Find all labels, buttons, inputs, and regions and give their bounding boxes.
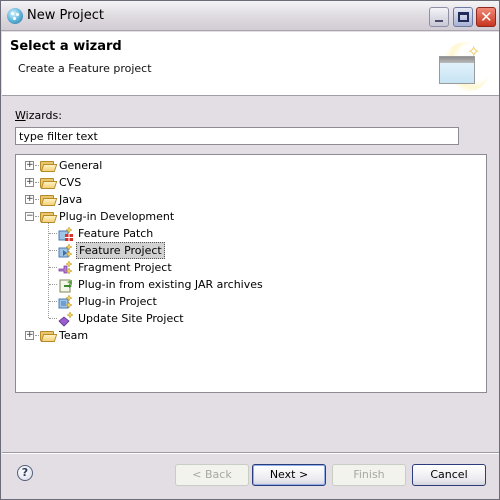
maximize-icon: [458, 12, 469, 22]
banner-title: Select a wizard: [10, 39, 122, 54]
tree-wizard-item[interactable]: Feature Project: [16, 242, 486, 259]
expand-icon[interactable]: +: [25, 161, 34, 170]
tree-item-label: Feature Patch: [78, 227, 154, 240]
update-site-icon: [58, 311, 74, 327]
minimize-button[interactable]: [429, 7, 449, 27]
next-button[interactable]: Next >: [252, 464, 326, 486]
tree-wizard-item[interactable]: Update Site Project: [16, 310, 486, 327]
tree-guide-line: [49, 284, 57, 285]
tree-guide-line: [35, 216, 39, 217]
folder-icon: [40, 160, 58, 172]
tree-item-label: Plug-in Development: [59, 210, 175, 223]
tree-item-label: Plug-in from existing JAR archives: [78, 278, 263, 291]
eclipse-app-icon: [7, 8, 23, 24]
feature-patch-icon: [58, 226, 74, 242]
separator: [2, 452, 499, 454]
feature-project-icon: [58, 243, 74, 259]
tree-wizard-item[interactable]: Plug-in from existing JAR archives: [16, 276, 486, 293]
wizard-tree[interactable]: + General + CVS + Java − Plug-in Development Fea…: [15, 154, 487, 393]
plugin-from-jar-icon: [58, 277, 74, 293]
tree-category[interactable]: + Java: [16, 191, 486, 208]
new-project-dialog: New Project ✕ Select a wizard Create a F…: [0, 0, 500, 500]
expand-icon[interactable]: +: [25, 195, 34, 204]
tree-item-label: Fragment Project: [78, 261, 172, 274]
collapse-icon[interactable]: −: [25, 212, 34, 221]
tree-guide-line: [49, 267, 57, 268]
title-bar[interactable]: New Project ✕: [1, 1, 499, 31]
tree-item-label: Update Site Project: [78, 312, 184, 325]
tree-item-label: Plug-in Project: [78, 295, 157, 308]
tree-item-label: Java: [59, 193, 83, 206]
tree-item-label: Team: [59, 329, 89, 342]
expand-icon[interactable]: +: [25, 178, 34, 187]
tree-item-label: CVS: [59, 176, 82, 189]
tree-category[interactable]: + General: [16, 157, 486, 174]
folder-icon: [40, 194, 58, 206]
back-button[interactable]: < Back: [175, 464, 249, 486]
selected-tree-item-label: Feature Project: [76, 242, 165, 259]
tree-category[interactable]: + Team: [16, 327, 486, 344]
new-wizard-banner-icon: ✧: [433, 40, 491, 92]
tree-guide-line: [49, 301, 57, 302]
minimize-icon: [435, 20, 443, 22]
tree-category[interactable]: + CVS: [16, 174, 486, 191]
expand-icon[interactable]: +: [25, 331, 34, 340]
fragment-project-icon: [58, 260, 74, 276]
maximize-button[interactable]: [453, 7, 473, 27]
tree-wizard-item[interactable]: Fragment Project: [16, 259, 486, 276]
tree-guide-line: [49, 250, 57, 251]
cancel-button[interactable]: Cancel: [412, 464, 486, 486]
folder-icon: [40, 177, 58, 189]
tree-category[interactable]: − Plug-in Development: [16, 208, 486, 225]
tree-guide-line: [35, 335, 39, 336]
tree-item-label: General: [59, 159, 103, 172]
close-button[interactable]: ✕: [476, 7, 496, 27]
tree-guide-line: [35, 199, 39, 200]
finish-button[interactable]: Finish: [332, 464, 406, 486]
tree-guide-line: [35, 165, 39, 166]
wizards-label: Wizards:: [15, 109, 62, 122]
help-icon: ?: [21, 466, 29, 479]
tree-wizard-item[interactable]: Plug-in Project: [16, 293, 486, 310]
folder-icon: [40, 211, 58, 223]
banner-description: Create a Feature project: [18, 62, 152, 75]
window-title: New Project: [27, 8, 104, 23]
tree-guide-line: [49, 233, 57, 234]
close-icon: ✕: [480, 8, 493, 26]
folder-icon: [40, 330, 58, 342]
tree-guide-line: [49, 318, 57, 319]
wizard-banner: Select a wizard Create a Feature project…: [2, 32, 499, 96]
tree-guide-line: [35, 182, 39, 183]
help-button[interactable]: ?: [17, 465, 33, 481]
filter-input[interactable]: [15, 127, 459, 145]
tree-wizard-item[interactable]: Feature Patch: [16, 225, 486, 242]
plugin-project-icon: [58, 294, 74, 310]
